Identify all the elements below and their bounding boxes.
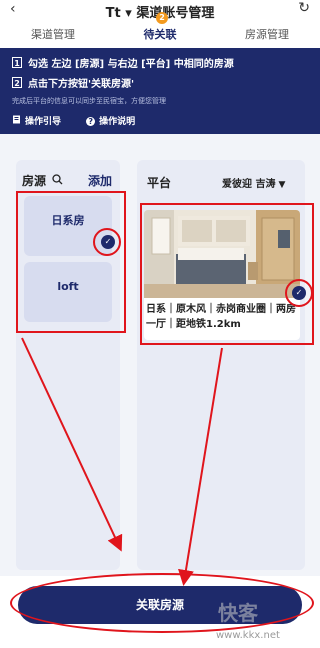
watermark-logo: 快客 <box>218 601 258 625</box>
button-highlight-ellipse <box>10 573 314 633</box>
watermark-url: www.kkx.net <box>216 630 280 641</box>
annotation-arrows <box>21 337 223 586</box>
